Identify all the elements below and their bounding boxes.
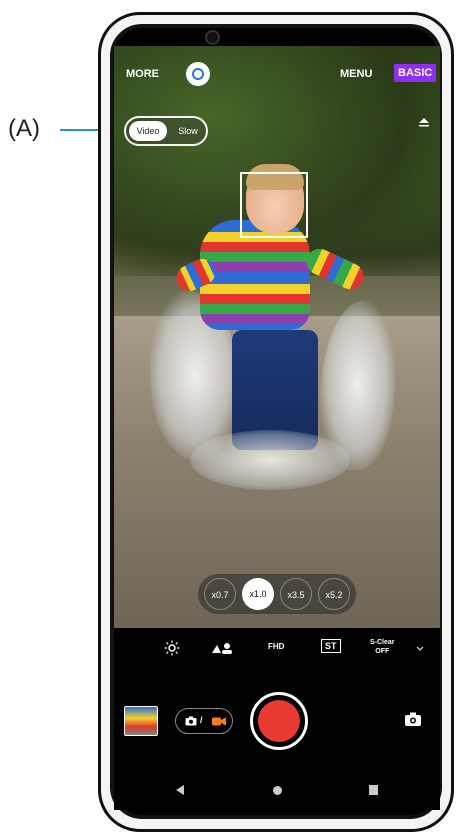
- more-button[interactable]: MORE: [126, 68, 159, 80]
- zoom-option-1-0[interactable]: x1.0: [242, 578, 274, 610]
- s-clear-button[interactable]: S-Clear OFF: [370, 638, 395, 656]
- front-camera-icon: [205, 30, 220, 45]
- zoom-option-0-7[interactable]: x0.7: [204, 578, 236, 610]
- camera-flip-icon[interactable]: [403, 710, 423, 728]
- scene-person-icon[interactable]: [211, 641, 233, 655]
- steadyshot-button[interactable]: ST: [321, 639, 341, 653]
- video-camera-icon: [212, 717, 226, 726]
- eject-icon[interactable]: [418, 117, 430, 127]
- s-clear-value: OFF: [375, 648, 390, 655]
- switch-separator: /: [200, 715, 203, 725]
- resolution-button[interactable]: FHD: [268, 642, 284, 651]
- video-slow-toggle[interactable]: Video Slow: [124, 116, 208, 146]
- record-button[interactable]: [250, 692, 308, 750]
- system-nav-bar: [114, 776, 440, 804]
- zoom-selector: x0.7 x1.0 x3.5 x5.2: [198, 574, 356, 614]
- menu-button[interactable]: MENU: [340, 68, 372, 80]
- recents-icon[interactable]: [369, 785, 378, 795]
- google-lens-icon[interactable]: [186, 62, 210, 86]
- record-button-inner: [258, 700, 300, 742]
- zoom-option-3-5[interactable]: x3.5: [280, 578, 312, 610]
- back-icon[interactable]: [176, 785, 184, 795]
- gallery-thumbnail[interactable]: [124, 706, 158, 736]
- top-bar: MORE MENU BASIC: [114, 60, 440, 88]
- basic-mode-button[interactable]: BASIC: [394, 64, 437, 82]
- photo-camera-icon: [185, 716, 197, 726]
- brightness-icon[interactable]: [164, 640, 180, 656]
- settings-row: FHD ST S-Clear OFF: [114, 636, 440, 664]
- video-mode-option[interactable]: Video: [129, 121, 167, 141]
- annotation-label: (A): [8, 115, 40, 142]
- s-clear-label: S-Clear: [370, 639, 395, 646]
- chevron-down-icon[interactable]: [416, 646, 424, 652]
- photo-video-switch[interactable]: /: [175, 708, 233, 734]
- lens-inner: [192, 68, 204, 80]
- slow-mode-option[interactable]: Slow: [171, 121, 205, 141]
- home-icon[interactable]: [273, 786, 282, 795]
- zoom-option-5-2[interactable]: x5.2: [318, 578, 350, 610]
- face-detection-box: [240, 172, 308, 238]
- splash-bottom: [190, 430, 350, 490]
